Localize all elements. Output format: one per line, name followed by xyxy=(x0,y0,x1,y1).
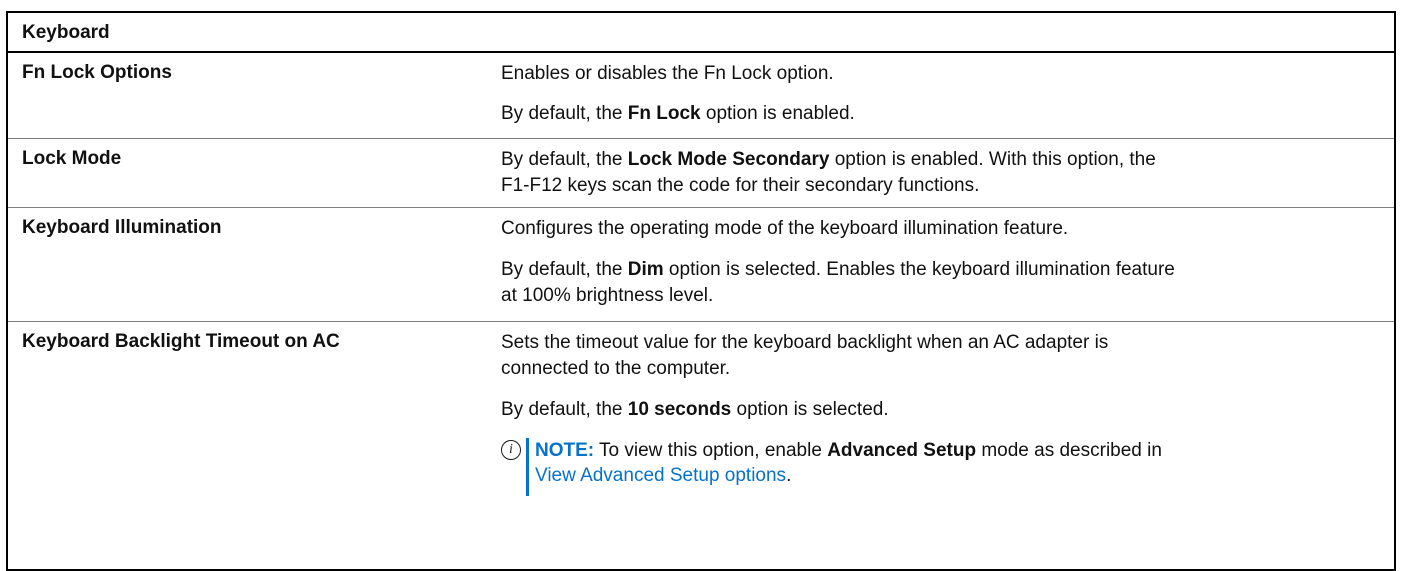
default-text: By default, the Fn Lock option is enable… xyxy=(501,103,855,124)
description-text-continued: at 100% brightness level. xyxy=(501,285,714,306)
row-label: Keyboard Backlight Timeout on AC xyxy=(22,331,340,352)
note-accent-bar xyxy=(526,438,529,496)
description-text: Configures the operating mode of the key… xyxy=(501,218,1069,239)
table-row-fn-lock-options: Fn Lock Options Enables or disables the … xyxy=(8,53,1394,139)
description-text: F1-F12 keys scan the code for their seco… xyxy=(501,175,980,196)
view-advanced-setup-link[interactable]: View Advanced Setup options xyxy=(535,465,786,486)
table-row-keyboard-backlight-timeout-ac: Keyboard Backlight Timeout on AC Sets th… xyxy=(8,322,1394,562)
table-row-lock-mode: Lock Mode By default, the Lock Mode Seco… xyxy=(8,139,1394,208)
row-label: Fn Lock Options xyxy=(22,62,172,83)
keyboard-settings-table: Keyboard Fn Lock Options Enables or disa… xyxy=(6,11,1396,571)
table-header: Keyboard xyxy=(8,13,1394,53)
default-text: By default, the 10 seconds option is sel… xyxy=(501,399,889,420)
default-text: By default, the Dim option is selected. … xyxy=(501,259,1175,280)
default-text: By default, the Lock Mode Secondary opti… xyxy=(501,149,1156,170)
description-text: Enables or disables the Fn Lock option. xyxy=(501,63,834,84)
note-label: NOTE: xyxy=(535,440,595,461)
description-text: Sets the timeout value for the keyboard … xyxy=(501,332,1109,353)
row-label: Keyboard Illumination xyxy=(22,217,222,238)
description-text-continued: connected to the computer. xyxy=(501,358,731,379)
table-row-keyboard-illumination: Keyboard Illumination Configures the ope… xyxy=(8,208,1394,322)
info-icon: i xyxy=(501,440,521,460)
row-label: Lock Mode xyxy=(22,148,122,169)
note-text: NOTE: To view this option, enable Advanc… xyxy=(535,440,1162,486)
table-title: Keyboard xyxy=(22,22,110,43)
note-box: i NOTE: To view this option, enable Adva… xyxy=(501,438,1351,498)
